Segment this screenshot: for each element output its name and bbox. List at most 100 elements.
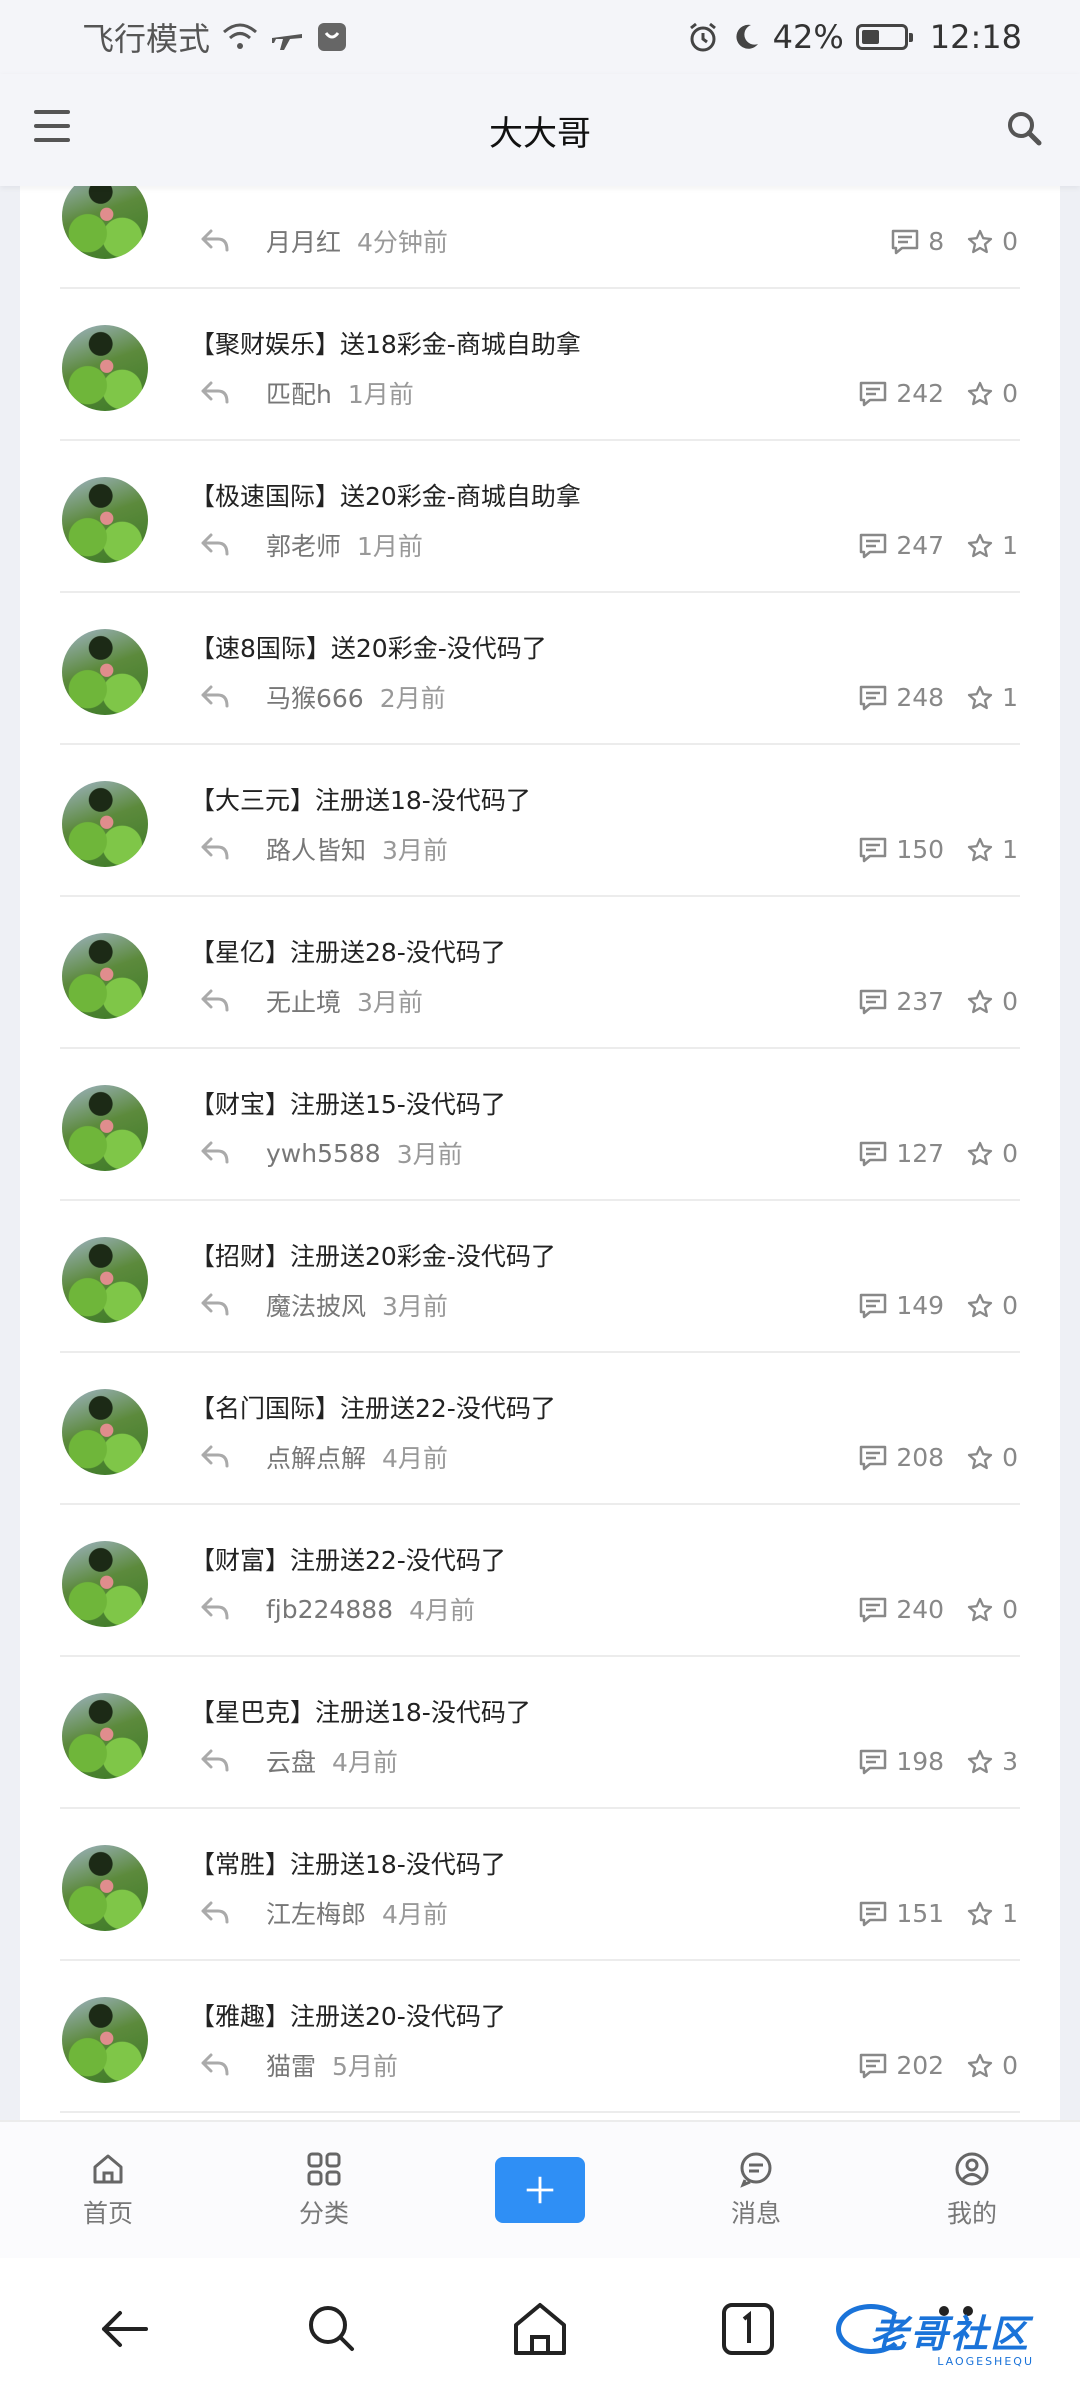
post-item[interactable]: 【名门国际】注册送22-没代码了点解点解 4月前 208 0 bbox=[60, 1353, 1020, 1505]
avatar[interactable] bbox=[62, 1389, 148, 1475]
comment-count-value: 149 bbox=[896, 1291, 945, 1320]
post-item[interactable]: 【星巴克】注册送18-没代码了 云盘 4月前 198 3 bbox=[60, 1657, 1020, 1809]
search-icon[interactable] bbox=[1004, 108, 1044, 148]
star-icon bbox=[967, 1141, 993, 1165]
post-author[interactable]: ywh5588 bbox=[266, 1139, 381, 1168]
post-title[interactable]: 【速8国际】送20彩金-没代码了 bbox=[190, 629, 547, 665]
star-count[interactable]: 0 bbox=[966, 379, 1018, 408]
avatar[interactable] bbox=[62, 933, 148, 1019]
post-item[interactable]: 【星亿】注册送28-没代码了 无止境 3月前 237 0 bbox=[60, 897, 1020, 1049]
star-count[interactable]: 1 bbox=[966, 835, 1018, 864]
star-count[interactable]: 1 bbox=[966, 1899, 1018, 1928]
tab-category[interactable]: 分类 bbox=[216, 2150, 432, 2230]
home-icon bbox=[514, 2303, 566, 2355]
post-author[interactable]: 路人皆知 bbox=[266, 831, 366, 867]
post-time: 1月前 bbox=[347, 380, 414, 409]
post-item[interactable]: 【速8国际】送20彩金-没代码了马猴666 2月前 248 1 bbox=[60, 593, 1020, 745]
star-count[interactable]: 0 bbox=[966, 987, 1018, 1016]
avatar[interactable] bbox=[62, 325, 148, 411]
star-count[interactable]: 0 bbox=[966, 227, 1018, 256]
post-item[interactable]: 【常胜】注册送18-没代码了 江左梅郎 4月前 151 1 bbox=[60, 1809, 1020, 1961]
search-nav-button[interactable] bbox=[287, 2284, 377, 2374]
avatar[interactable] bbox=[62, 477, 148, 563]
avatar[interactable] bbox=[62, 1693, 148, 1779]
home-nav-button[interactable] bbox=[495, 2284, 585, 2374]
post-author[interactable]: 马猴666 bbox=[266, 679, 364, 715]
avatar[interactable] bbox=[62, 1085, 148, 1171]
post-author[interactable]: 江左梅郎 bbox=[266, 1895, 366, 1931]
post-title[interactable]: 【财富】注册送22-没代码了 bbox=[190, 1541, 506, 1577]
avatar[interactable] bbox=[62, 1997, 148, 2083]
tab-mine[interactable]: 我的 bbox=[864, 2150, 1080, 2230]
post-item[interactable]: 【招财】注册送20彩金-没代码了 魔法披风 3月前 149 0 bbox=[60, 1201, 1020, 1353]
avatar[interactable] bbox=[62, 1541, 148, 1627]
add-post-button[interactable] bbox=[495, 2157, 585, 2223]
tab-messages[interactable]: 消息 bbox=[648, 2150, 864, 2230]
star-count[interactable]: 0 bbox=[966, 2051, 1018, 2080]
post-meta: 路人皆知 3月前 bbox=[200, 831, 448, 867]
star-count[interactable]: 0 bbox=[966, 1595, 1018, 1624]
post-title[interactable]: 【聚财娱乐】送18彩金-商城自助拿 bbox=[190, 325, 581, 361]
post-time: 2月前 bbox=[379, 684, 446, 713]
post-author[interactable]: 郭老师 bbox=[266, 527, 341, 563]
post-stats: 127 0 bbox=[858, 1139, 1018, 1168]
post-title[interactable]: 【星亿】注册送28-没代码了 bbox=[190, 933, 506, 969]
post-time: 4月前 bbox=[382, 1444, 448, 1473]
star-count[interactable]: 3 bbox=[966, 1747, 1018, 1776]
post-author[interactable]: 月月红 bbox=[266, 223, 341, 259]
post-item[interactable]: 月月红 4分钟前 8 0 bbox=[60, 186, 1020, 289]
star-count-value: 1 bbox=[1002, 531, 1018, 560]
post-item[interactable]: 【雅趣】注册送20-没代码了 猫雷 5月前 202 0 bbox=[60, 1961, 1020, 2113]
post-author[interactable]: fjb224888 bbox=[266, 1595, 393, 1624]
post-item[interactable]: 【财富】注册送22-没代码了 fjb224888 4月前 240 0 bbox=[60, 1505, 1020, 1657]
post-meta: 点解点解 4月前 bbox=[200, 1439, 448, 1475]
menu-button[interactable] bbox=[34, 106, 74, 146]
post-author[interactable]: 匹配h bbox=[266, 375, 332, 411]
post-title[interactable]: 【招财】注册送20彩金-没代码了 bbox=[190, 1237, 556, 1273]
comment-count: 248 bbox=[858, 683, 944, 712]
avatar[interactable] bbox=[62, 186, 148, 259]
post-author[interactable]: 云盘 bbox=[266, 1743, 316, 1779]
post-item[interactable]: 【极速国际】送20彩金-商城自助拿 郭老师 1月前 247 1 bbox=[60, 441, 1020, 593]
post-stats: 208 0 bbox=[858, 1443, 1018, 1472]
star-count[interactable]: 0 bbox=[966, 1443, 1018, 1472]
reply-icon bbox=[201, 229, 229, 252]
post-title[interactable]: 【财宝】注册送15-没代码了 bbox=[190, 1085, 506, 1121]
tab-category-label: 分类 bbox=[298, 2199, 349, 2228]
post-item[interactable]: 【聚财娱乐】送18彩金-商城自助拿 匹配h 1月前 242 0 bbox=[60, 289, 1020, 441]
post-title[interactable]: 【极速国际】送20彩金-商城自助拿 bbox=[190, 477, 581, 513]
back-button[interactable] bbox=[79, 2284, 169, 2374]
avatar[interactable] bbox=[62, 629, 148, 715]
post-time: 4月前 bbox=[332, 1748, 398, 1777]
reply-icon bbox=[201, 989, 229, 1012]
post-title[interactable]: 【雅趣】注册送20-没代码了 bbox=[190, 1997, 506, 2033]
star-count[interactable]: 1 bbox=[966, 683, 1018, 712]
post-item[interactable]: 【财宝】注册送15-没代码了 ywh5588 3月前 127 0 bbox=[60, 1049, 1020, 1201]
post-item[interactable]: 【大三元】注册送18-没代码了 路人皆知 3月前 150 1 bbox=[60, 745, 1020, 897]
avatar[interactable] bbox=[62, 1237, 148, 1323]
post-author[interactable]: 猫雷 bbox=[266, 2047, 316, 2083]
post-title[interactable]: 【大三元】注册送18-没代码了 bbox=[190, 781, 531, 817]
post-author[interactable]: 无止境 bbox=[266, 983, 341, 1019]
tabs-nav-button[interactable] bbox=[703, 2284, 793, 2374]
star-count[interactable]: 0 bbox=[966, 1139, 1018, 1168]
post-title[interactable]: 【名门国际】注册送22-没代码了 bbox=[190, 1389, 556, 1425]
tab-add[interactable] bbox=[432, 2157, 648, 2223]
star-icon bbox=[967, 533, 993, 557]
post-title[interactable]: 【星巴克】注册送18-没代码了 bbox=[190, 1693, 531, 1729]
post-author[interactable]: 魔法披风 bbox=[266, 1287, 366, 1323]
tab-home[interactable]: 首页 bbox=[0, 2150, 216, 2230]
avatar[interactable] bbox=[62, 1845, 148, 1931]
post-author[interactable]: 点解点解 bbox=[266, 1439, 366, 1475]
star-count[interactable]: 1 bbox=[966, 531, 1018, 560]
star-count[interactable]: 0 bbox=[966, 1291, 1018, 1320]
post-meta: 猫雷 5月前 bbox=[200, 2047, 398, 2083]
post-stats: 237 0 bbox=[858, 987, 1018, 1016]
avatar[interactable] bbox=[62, 781, 148, 867]
post-stats: 240 0 bbox=[858, 1595, 1018, 1624]
post-title[interactable]: 【常胜】注册送18-没代码了 bbox=[190, 1845, 506, 1881]
star-icon bbox=[967, 1597, 993, 1621]
reply-icon bbox=[201, 837, 229, 860]
back-arrow-icon bbox=[102, 2311, 148, 2347]
reply-icon bbox=[201, 2053, 229, 2076]
